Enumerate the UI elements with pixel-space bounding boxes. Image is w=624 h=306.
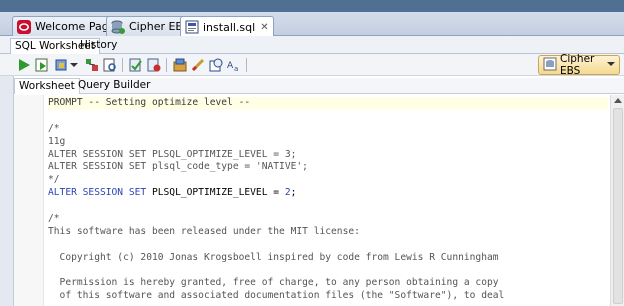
sql-editor[interactable]: PROMPT -- Setting optimize level --/* 11g… [14, 95, 624, 306]
code-token: PROMPT -- Setting optimize level -- [48, 97, 251, 108]
editor-tab-bar: Welcome Page Cipher EBS install.sql ✕ [0, 12, 624, 37]
oracle-icon [17, 19, 31, 34]
code-token: Copyright (c) 2010 Jonas Krogsboell insp… [48, 251, 499, 263]
vertical-scrollbar[interactable] [610, 95, 624, 306]
code-line[interactable]: Copyright (c) 2010 Jonas Krogsboell insp… [48, 252, 608, 265]
code-token: of this software and associated document… [48, 290, 505, 302]
code-token: ALTER SESSION SET plsql_code_type = 'NAT… [48, 161, 308, 173]
code-token: */ [48, 174, 60, 186]
window-title-strip [0, 0, 624, 12]
code-token: This software has been released under th… [48, 225, 360, 237]
code-line[interactable] [48, 239, 608, 252]
worksheet-toolbar: Aa Cipher EBS [0, 53, 624, 77]
line-gutter [14, 95, 44, 306]
explain-plan-icon[interactable] [84, 57, 100, 73]
code-token: ; [290, 187, 297, 199]
code-token: ALTER SESSION SET [48, 187, 152, 199]
tab-history[interactable]: History [76, 38, 121, 54]
commit-icon[interactable] [128, 57, 144, 73]
format-case-icon[interactable]: Aa [226, 57, 242, 73]
code-line[interactable]: Permission is hereby granted, free of ch… [48, 277, 608, 290]
sql-file-icon [185, 20, 199, 34]
left-side-panel [0, 76, 14, 306]
code-line[interactable] [48, 265, 608, 278]
code-line[interactable]: /* [48, 123, 608, 136]
scrollbar-thumb[interactable] [613, 108, 623, 304]
code-token: /* [48, 122, 60, 134]
code-line[interactable]: of this software and associated document… [48, 290, 608, 303]
tab-label: install.sql [203, 20, 256, 34]
tab-worksheet[interactable]: Worksheet [14, 78, 80, 94]
svg-text:a: a [234, 65, 238, 72]
code-line[interactable] [48, 200, 608, 213]
code-line[interactable]: 11g [48, 136, 608, 149]
chevron-down-icon[interactable] [70, 57, 78, 73]
code-line[interactable]: ALTER SESSION SET PLSQL_OPTIMIZE_LEVEL =… [48, 187, 608, 200]
scroll-up-icon[interactable] [613, 96, 623, 106]
sql-tuning-icon[interactable] [102, 57, 118, 73]
code-token: 11g [48, 135, 66, 147]
code-line[interactable]: */ [48, 174, 608, 187]
code-token: Permission is hereby granted, free of ch… [48, 277, 499, 289]
code-area[interactable]: PROMPT -- Setting optimize level --/* 11g… [48, 97, 608, 306]
connection-label: Cipher EBS [560, 53, 595, 77]
code-token: PLSQL_OPTIMIZE_LEVEL = [151, 187, 285, 199]
tab-label: Welcome Page [35, 20, 116, 33]
run-statement-icon[interactable] [16, 57, 32, 73]
database-connection-icon [543, 57, 557, 74]
code-token: /* [48, 213, 60, 225]
connection-selector[interactable]: Cipher EBS [538, 53, 620, 77]
tab-welcome-page[interactable]: Welcome Page [12, 16, 121, 36]
autotrace-icon[interactable] [54, 57, 70, 73]
sql-history-icon[interactable] [208, 57, 224, 73]
tab-install-sql[interactable]: install.sql ✕ [180, 16, 274, 37]
tab-query-builder[interactable]: Query Builder [74, 78, 154, 94]
code-line[interactable]: /* [48, 213, 608, 226]
code-line[interactable]: ALTER SESSION SET PLSQL_OPTIMIZE_LEVEL =… [48, 149, 608, 162]
unshared-worksheet-icon[interactable] [172, 57, 188, 73]
worksheet-view-tabs: SQL Worksheet History [0, 36, 624, 54]
worksheet-tabs: Worksheet Query Builder [14, 78, 624, 94]
rollback-icon[interactable] [146, 57, 162, 73]
close-icon[interactable]: ✕ [260, 22, 268, 33]
chevron-down-icon [607, 59, 615, 71]
code-line[interactable]: ALTER SESSION SET plsql_code_type = 'NAT… [48, 161, 608, 174]
svg-text:A: A [227, 61, 234, 71]
code-token: ALTER SESSION SET PLSQL_OPTIMIZE_LEVEL =… [48, 148, 297, 160]
code-line[interactable] [48, 110, 608, 123]
run-script-icon[interactable] [34, 57, 50, 73]
clear-icon[interactable] [190, 57, 206, 73]
code-line[interactable]: PROMPT -- Setting optimize level -- [48, 97, 608, 110]
database-connection-icon [111, 20, 125, 34]
code-line[interactable]: This software has been released under th… [48, 226, 608, 239]
